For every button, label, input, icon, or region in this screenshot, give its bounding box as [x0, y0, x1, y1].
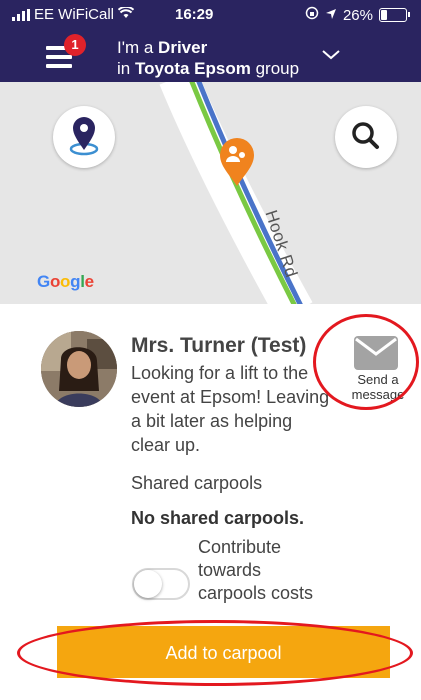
google-attribution: Google	[37, 272, 94, 291]
group-prefix: in	[117, 59, 131, 78]
battery-icon	[379, 8, 410, 22]
location-arrow-icon	[325, 7, 337, 24]
status-bar: EE WiFiCall 16:29 26%	[0, 0, 421, 30]
carrier-info: EE WiFiCall	[12, 5, 135, 23]
status-time: 16:29	[175, 6, 214, 23]
search-button[interactable]	[335, 106, 397, 168]
contribute-toggle[interactable]	[132, 568, 190, 600]
battery-percent: 26%	[342, 6, 373, 24]
role-text[interactable]: I'm a Driver	[117, 38, 207, 58]
annotation-circle-send	[313, 314, 419, 410]
shared-carpools-value: No shared carpools.	[131, 508, 305, 528]
toggle-knob	[134, 570, 162, 598]
passenger-marker-icon[interactable]	[217, 136, 257, 188]
location-button[interactable]	[53, 106, 115, 168]
rotation-lock-icon	[305, 6, 319, 24]
requester-name: Mrs. Turner (Test)	[131, 334, 307, 357]
role-value: Driver	[158, 38, 208, 57]
group-suffix: group	[255, 59, 300, 78]
chevron-down-icon[interactable]	[322, 50, 340, 60]
annotation-circle-add	[17, 620, 413, 686]
wifi-icon	[117, 5, 135, 23]
location-pin-icon	[69, 117, 99, 156]
request-message: Looking for a lift to the event at Epsom…	[131, 363, 330, 455]
app-header: 1 I'm a Driver in Toyota Epsom group	[0, 30, 421, 82]
notification-badge[interactable]: 1	[64, 34, 86, 56]
map-view[interactable]: Hook Rd Google	[0, 82, 421, 304]
status-right: 26%	[305, 6, 410, 24]
role-prefix: I'm a	[117, 38, 154, 57]
group-text[interactable]: in Toyota Epsom group	[117, 59, 299, 79]
avatar	[41, 331, 117, 407]
search-icon	[352, 122, 379, 149]
signal-icon	[12, 8, 30, 21]
shared-carpools-label: Shared carpools	[131, 473, 263, 493]
contribute-label: Contribute towards carpools costs	[198, 537, 314, 603]
group-name: Toyota Epsom	[134, 59, 251, 78]
carrier-name: EE WiFiCall	[34, 6, 115, 23]
